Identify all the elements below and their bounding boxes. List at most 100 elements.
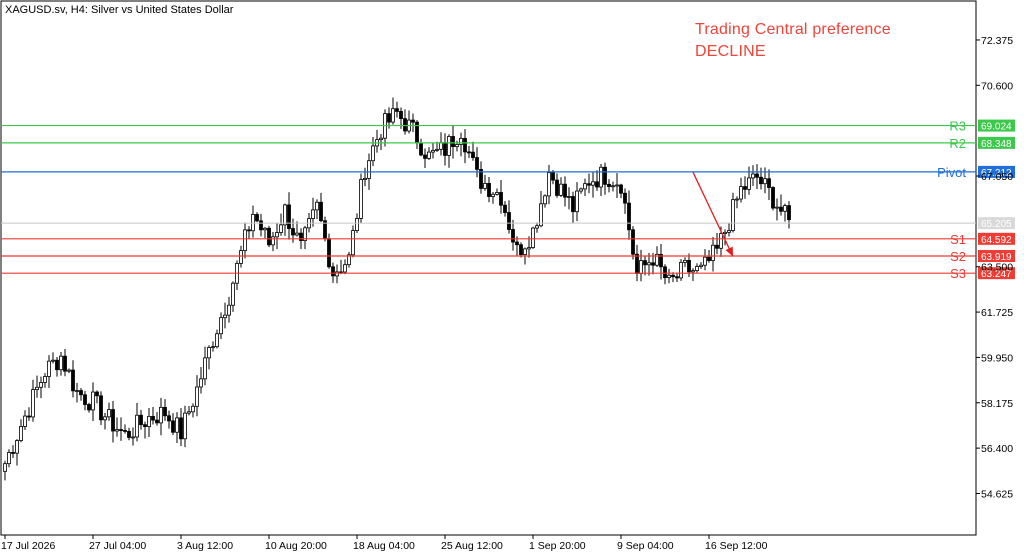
- candle-body: [71, 369, 75, 392]
- candle-body: [619, 184, 623, 194]
- candle-body: [779, 206, 783, 212]
- candle-body: [43, 376, 47, 383]
- candle-body: [751, 173, 755, 179]
- candle-body: [363, 178, 367, 180]
- candle-body: [27, 415, 31, 418]
- y-tick-label: 72.375: [981, 35, 1013, 47]
- candle-body: [687, 260, 691, 273]
- candle-body: [163, 406, 167, 417]
- candle-body: [275, 232, 279, 238]
- candle-body: [727, 230, 731, 233]
- candle-body: [683, 260, 687, 263]
- candle-body: [463, 137, 467, 153]
- candle-body: [83, 394, 87, 405]
- candle-body: [495, 192, 499, 195]
- candle-body: [483, 182, 487, 189]
- candle-body: [543, 195, 547, 205]
- candle-body: [723, 231, 727, 234]
- x-tick-label: 1 Sep 20:00: [529, 540, 586, 552]
- preference-direction: DECLINE: [695, 43, 766, 60]
- candle-body: [523, 248, 527, 256]
- candle-body: [567, 196, 571, 198]
- level-name-pivot: Pivot: [937, 165, 966, 180]
- candle-body: [311, 209, 315, 219]
- candle-body: [371, 145, 375, 162]
- candle-body: [539, 203, 543, 227]
- candle-body: [131, 436, 135, 439]
- candle: [323, 216, 327, 242]
- candle-body: [259, 220, 263, 231]
- candle-body: [327, 238, 331, 268]
- candle-body: [139, 414, 143, 426]
- level-price-r2: 68.348: [981, 139, 1012, 150]
- candle-body: [35, 386, 39, 390]
- candle-body: [203, 357, 207, 380]
- x-axis: 17 Jul 2026 27 Jul 04:00 3 Aug 12:00 10 Aug…: [1, 535, 768, 552]
- candle-body: [215, 333, 219, 348]
- candle-body: [319, 201, 323, 222]
- candle-body: [427, 151, 431, 159]
- candle-body: [179, 417, 183, 440]
- candle-body: [579, 188, 583, 192]
- candle-body: [211, 346, 215, 349]
- candle-body: [411, 119, 415, 123]
- level-price-s1: 64.592: [981, 235, 1012, 246]
- candle-body: [239, 250, 243, 264]
- y-tick-label: 70.600: [981, 80, 1013, 92]
- candle-body: [31, 389, 35, 418]
- candle-body: [731, 199, 735, 231]
- candle-body: [171, 420, 175, 433]
- candle-body: [491, 193, 495, 197]
- candle-body: [379, 137, 383, 141]
- candle-body: [227, 304, 231, 316]
- candle-body: [787, 205, 791, 221]
- candle-body: [759, 176, 763, 185]
- candle-body: [631, 229, 635, 255]
- candle-body: [7, 452, 11, 465]
- candle-body: [711, 244, 715, 261]
- price-chart: 65.205R3 69.024R2 68.348Pivot 67.212S1 64.59…: [0, 0, 1015, 552]
- candle-body: [475, 157, 479, 170]
- candle-body: [255, 214, 259, 222]
- candle-body: [79, 390, 83, 396]
- x-tick-label: 10 Aug 20:00: [265, 540, 327, 552]
- candle-body: [119, 429, 123, 431]
- candle-body: [143, 424, 147, 427]
- level-name-s3: S3: [950, 266, 966, 281]
- candle-body: [767, 178, 771, 188]
- level-name-s2: S2: [950, 249, 966, 264]
- candle-body: [699, 264, 703, 267]
- candle-body: [467, 151, 471, 154]
- candle-body: [511, 229, 515, 243]
- candle-body: [703, 256, 707, 266]
- candle-body: [575, 190, 579, 213]
- candle-body: [335, 271, 339, 277]
- candle: [359, 173, 363, 224]
- level-name-s1: S1: [950, 232, 966, 247]
- y-tick-label: 58.175: [981, 398, 1013, 410]
- candle-body: [295, 232, 299, 236]
- candle-body: [691, 270, 695, 273]
- candle-body: [431, 149, 435, 153]
- candle-body: [771, 187, 775, 209]
- candle-body: [507, 212, 511, 230]
- candle-body: [443, 142, 447, 156]
- candle-body: [47, 360, 51, 377]
- candle-body: [135, 414, 139, 438]
- candle: [531, 226, 535, 250]
- candle-body: [643, 260, 647, 266]
- candle-body: [271, 236, 275, 246]
- y-tick-label: 54.625: [981, 488, 1013, 500]
- candle-body: [183, 412, 187, 440]
- x-tick-label: 17 Jul 2026: [1, 540, 55, 552]
- candle-body: [755, 173, 759, 178]
- candle-body: [251, 214, 255, 232]
- candle-body: [395, 108, 399, 112]
- candle: [351, 225, 355, 258]
- candle-body: [39, 382, 43, 388]
- candle-body: [387, 113, 391, 123]
- candle-body: [459, 137, 463, 145]
- candle-body: [63, 355, 67, 372]
- candle-body: [279, 224, 283, 233]
- candle-body: [559, 183, 563, 196]
